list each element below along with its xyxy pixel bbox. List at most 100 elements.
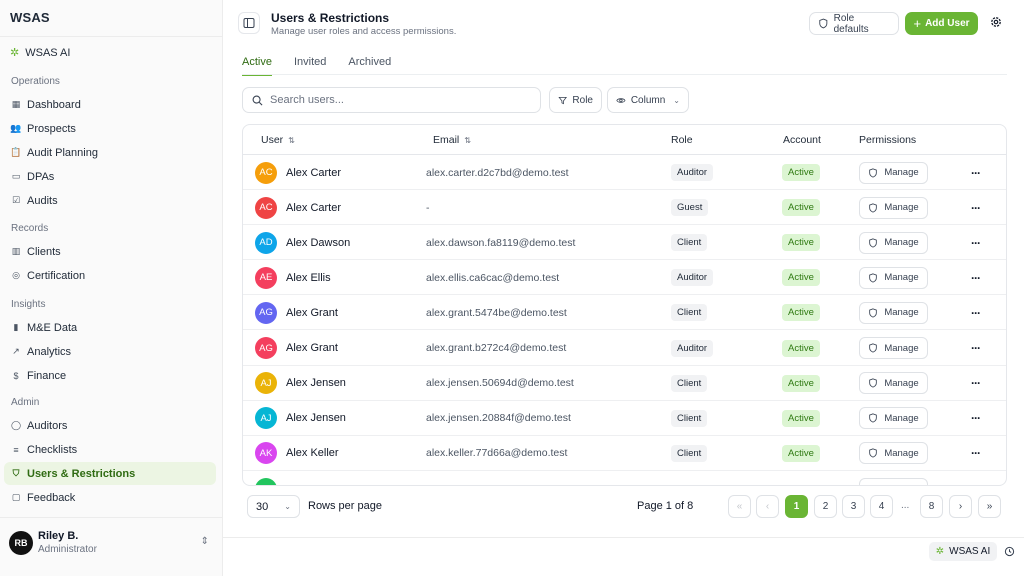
add-user-button[interactable]: + Add User bbox=[905, 12, 978, 35]
role-cell: Client bbox=[671, 401, 708, 436]
sidebar-item-analytics[interactable]: ↗ Analytics bbox=[4, 340, 216, 363]
more-actions-icon[interactable]: ··· bbox=[971, 190, 981, 225]
tab-archived[interactable]: Archived bbox=[348, 56, 391, 76]
user-email: alex.ellis.ca6cac@demo.test bbox=[426, 271, 560, 284]
sort-icon: ⇅ bbox=[464, 135, 471, 145]
manage-button[interactable]: Manage bbox=[859, 196, 928, 219]
user-name: Alex Jensen bbox=[286, 412, 346, 425]
page-button-4[interactable]: 4 bbox=[870, 495, 893, 518]
col-user-header[interactable]: User ⇅ bbox=[261, 134, 295, 146]
role-filter-label: Role bbox=[572, 94, 593, 106]
chevron-down-icon: ⌄ bbox=[673, 95, 680, 105]
sidebar-item-certification[interactable]: ◎ Certification bbox=[4, 264, 216, 287]
users-icon: 👥 bbox=[10, 123, 22, 133]
badge-check-icon: ◎ bbox=[12, 270, 20, 280]
manage-button[interactable] bbox=[859, 477, 928, 485]
sidebar-item-clients[interactable]: ▥ Clients bbox=[4, 240, 216, 263]
manage-button[interactable]: Manage bbox=[859, 231, 928, 254]
permissions-cell: Manage bbox=[859, 225, 928, 260]
status-badge: Active bbox=[782, 444, 820, 462]
tab-active[interactable]: Active bbox=[242, 56, 272, 76]
table-row[interactable]: AJ Alex Jensen alex.jensen.20884f@demo.tes… bbox=[243, 401, 1006, 436]
sidebar-item-auditors[interactable]: ◯ Auditors bbox=[4, 414, 216, 437]
manage-button[interactable]: Manage bbox=[859, 301, 928, 324]
table-row[interactable]: AJ Alex Jensen alex.jensen.50694d@demo.tes… bbox=[243, 366, 1006, 401]
table-row[interactable]: AE Alex Ellis alex.ellis.ca6cac@demo.test A… bbox=[243, 260, 1006, 296]
first-page-button[interactable]: « bbox=[728, 495, 751, 518]
role-cell: Auditor bbox=[671, 260, 714, 295]
chevron-down-icon: ⌄ bbox=[284, 502, 291, 511]
next-page-button[interactable]: › bbox=[949, 495, 972, 518]
table-row[interactable]: AC Alex Carter alex.carter.d2c7bd@demo.tes… bbox=[243, 155, 1006, 190]
ai-assistant-button[interactable]: ✲ WSAS AI bbox=[929, 542, 997, 561]
prev-page-button[interactable]: ‹ bbox=[756, 495, 779, 518]
add-user-label: Add User bbox=[925, 18, 970, 29]
sidebar-item-prospects[interactable]: 👥 Prospects bbox=[4, 117, 216, 140]
table-row[interactable]: AD Alex Dawson alex.dawson.fa8119@demo.tes… bbox=[243, 225, 1006, 261]
table-row[interactable]: AG Alex Grant alex.grant.b272c4@demo.test A… bbox=[243, 331, 1006, 366]
user-cell: AC Alex Carter bbox=[255, 190, 341, 225]
manage-button[interactable]: Manage bbox=[859, 161, 928, 184]
user-menu[interactable]: RB Riley B. Administrator ⇕ bbox=[9, 528, 214, 558]
table-row[interactable]: AC Alex Carter - Guest Active Manage ··· bbox=[243, 190, 1006, 226]
page-button-3[interactable]: 3 bbox=[842, 495, 865, 518]
role-cell: Client bbox=[671, 436, 708, 471]
sidebar-toggle-button[interactable] bbox=[238, 12, 260, 34]
app-logo[interactable]: WSAS bbox=[10, 10, 50, 25]
account-cell: Active bbox=[782, 190, 820, 225]
sidebar-item-audit-planning[interactable]: 📋 Audit Planning bbox=[4, 141, 216, 164]
chevron-right-icon: › bbox=[958, 501, 963, 512]
more-actions-icon[interactable]: ··· bbox=[971, 155, 981, 190]
role-filter-button[interactable]: Role bbox=[549, 87, 602, 113]
sidebar-item-audits[interactable]: ☑ Audits bbox=[4, 189, 216, 212]
more-actions-icon[interactable]: ··· bbox=[971, 225, 981, 260]
rows-per-page-select[interactable]: 30 ⌄ bbox=[247, 495, 300, 518]
role-cell: Guest bbox=[671, 190, 709, 225]
table-row[interactable]: AG Alex Grant alex.grant.5474be@demo.test C… bbox=[243, 295, 1006, 331]
sidebar-item-label: Auditors bbox=[27, 419, 68, 432]
file-icon: ▭ bbox=[11, 171, 21, 181]
sidebar-item-label: DPAs bbox=[27, 170, 55, 183]
more-actions-icon[interactable]: ··· bbox=[971, 295, 981, 330]
more-actions-icon[interactable]: ··· bbox=[971, 401, 981, 436]
last-page-button[interactable]: » bbox=[978, 495, 1001, 518]
table-row[interactable] bbox=[243, 471, 1006, 485]
tab-invited[interactable]: Invited bbox=[294, 56, 326, 76]
table-row[interactable]: AK Alex Keller alex.keller.77d66a@demo.tes… bbox=[243, 436, 1006, 471]
page-button-2[interactable]: 2 bbox=[814, 495, 837, 518]
manage-button[interactable]: Manage bbox=[859, 337, 928, 359]
more-actions-icon[interactable]: ··· bbox=[971, 366, 981, 401]
more-actions-icon[interactable]: ··· bbox=[971, 331, 981, 366]
sidebar-item-dashboard[interactable]: ▦ Dashboard bbox=[4, 93, 216, 116]
sidebar-item-feedback[interactable]: ▢ Feedback bbox=[4, 486, 216, 509]
sidebar-item-dpas[interactable]: ▭ DPAs bbox=[4, 165, 216, 188]
role-defaults-button[interactable]: Role defaults bbox=[809, 12, 899, 35]
manage-button[interactable]: Manage bbox=[859, 372, 928, 395]
column-toggle-button[interactable]: Column ⌄ bbox=[607, 87, 689, 113]
page-info: Page 1 of 8 bbox=[637, 500, 694, 512]
sidebar-item-checklists[interactable]: ≡ Checklists bbox=[4, 438, 216, 461]
rows-per-page-value: 30 bbox=[256, 500, 269, 513]
col-email-header[interactable]: Email ⇅ bbox=[433, 134, 471, 146]
account-cell: Active bbox=[782, 401, 820, 436]
manage-button[interactable]: Manage bbox=[859, 266, 928, 289]
more-actions-icon[interactable]: ··· bbox=[971, 260, 981, 295]
gear-icon[interactable] bbox=[989, 15, 1003, 29]
search-input[interactable] bbox=[270, 94, 520, 106]
brand-row[interactable]: ✲ WSAS AI bbox=[10, 46, 70, 60]
sidebar-item-label: Analytics bbox=[27, 345, 72, 358]
sidebar-item-finance[interactable]: $ Finance bbox=[4, 364, 216, 387]
role-cell: Client bbox=[671, 225, 708, 260]
page-button-1[interactable]: 1 bbox=[785, 495, 808, 518]
sidebar-item-m-e-data[interactable]: ▮ M&E Data bbox=[4, 316, 216, 339]
page-subtitle: Manage user roles and access permissions… bbox=[271, 26, 457, 37]
history-icon[interactable] bbox=[1004, 546, 1015, 557]
page-button-last[interactable]: 8 bbox=[920, 495, 943, 518]
shield-icon bbox=[819, 18, 828, 29]
more-actions-icon[interactable]: ··· bbox=[971, 436, 981, 471]
manage-button[interactable]: Manage bbox=[859, 407, 928, 430]
manage-button[interactable]: Manage bbox=[859, 442, 928, 465]
manage-label: Manage bbox=[884, 412, 919, 424]
col-account-header: Account bbox=[783, 134, 821, 146]
sidebar-item-users-restrictions[interactable]: ⛉ Users & Restrictions bbox=[4, 462, 216, 485]
